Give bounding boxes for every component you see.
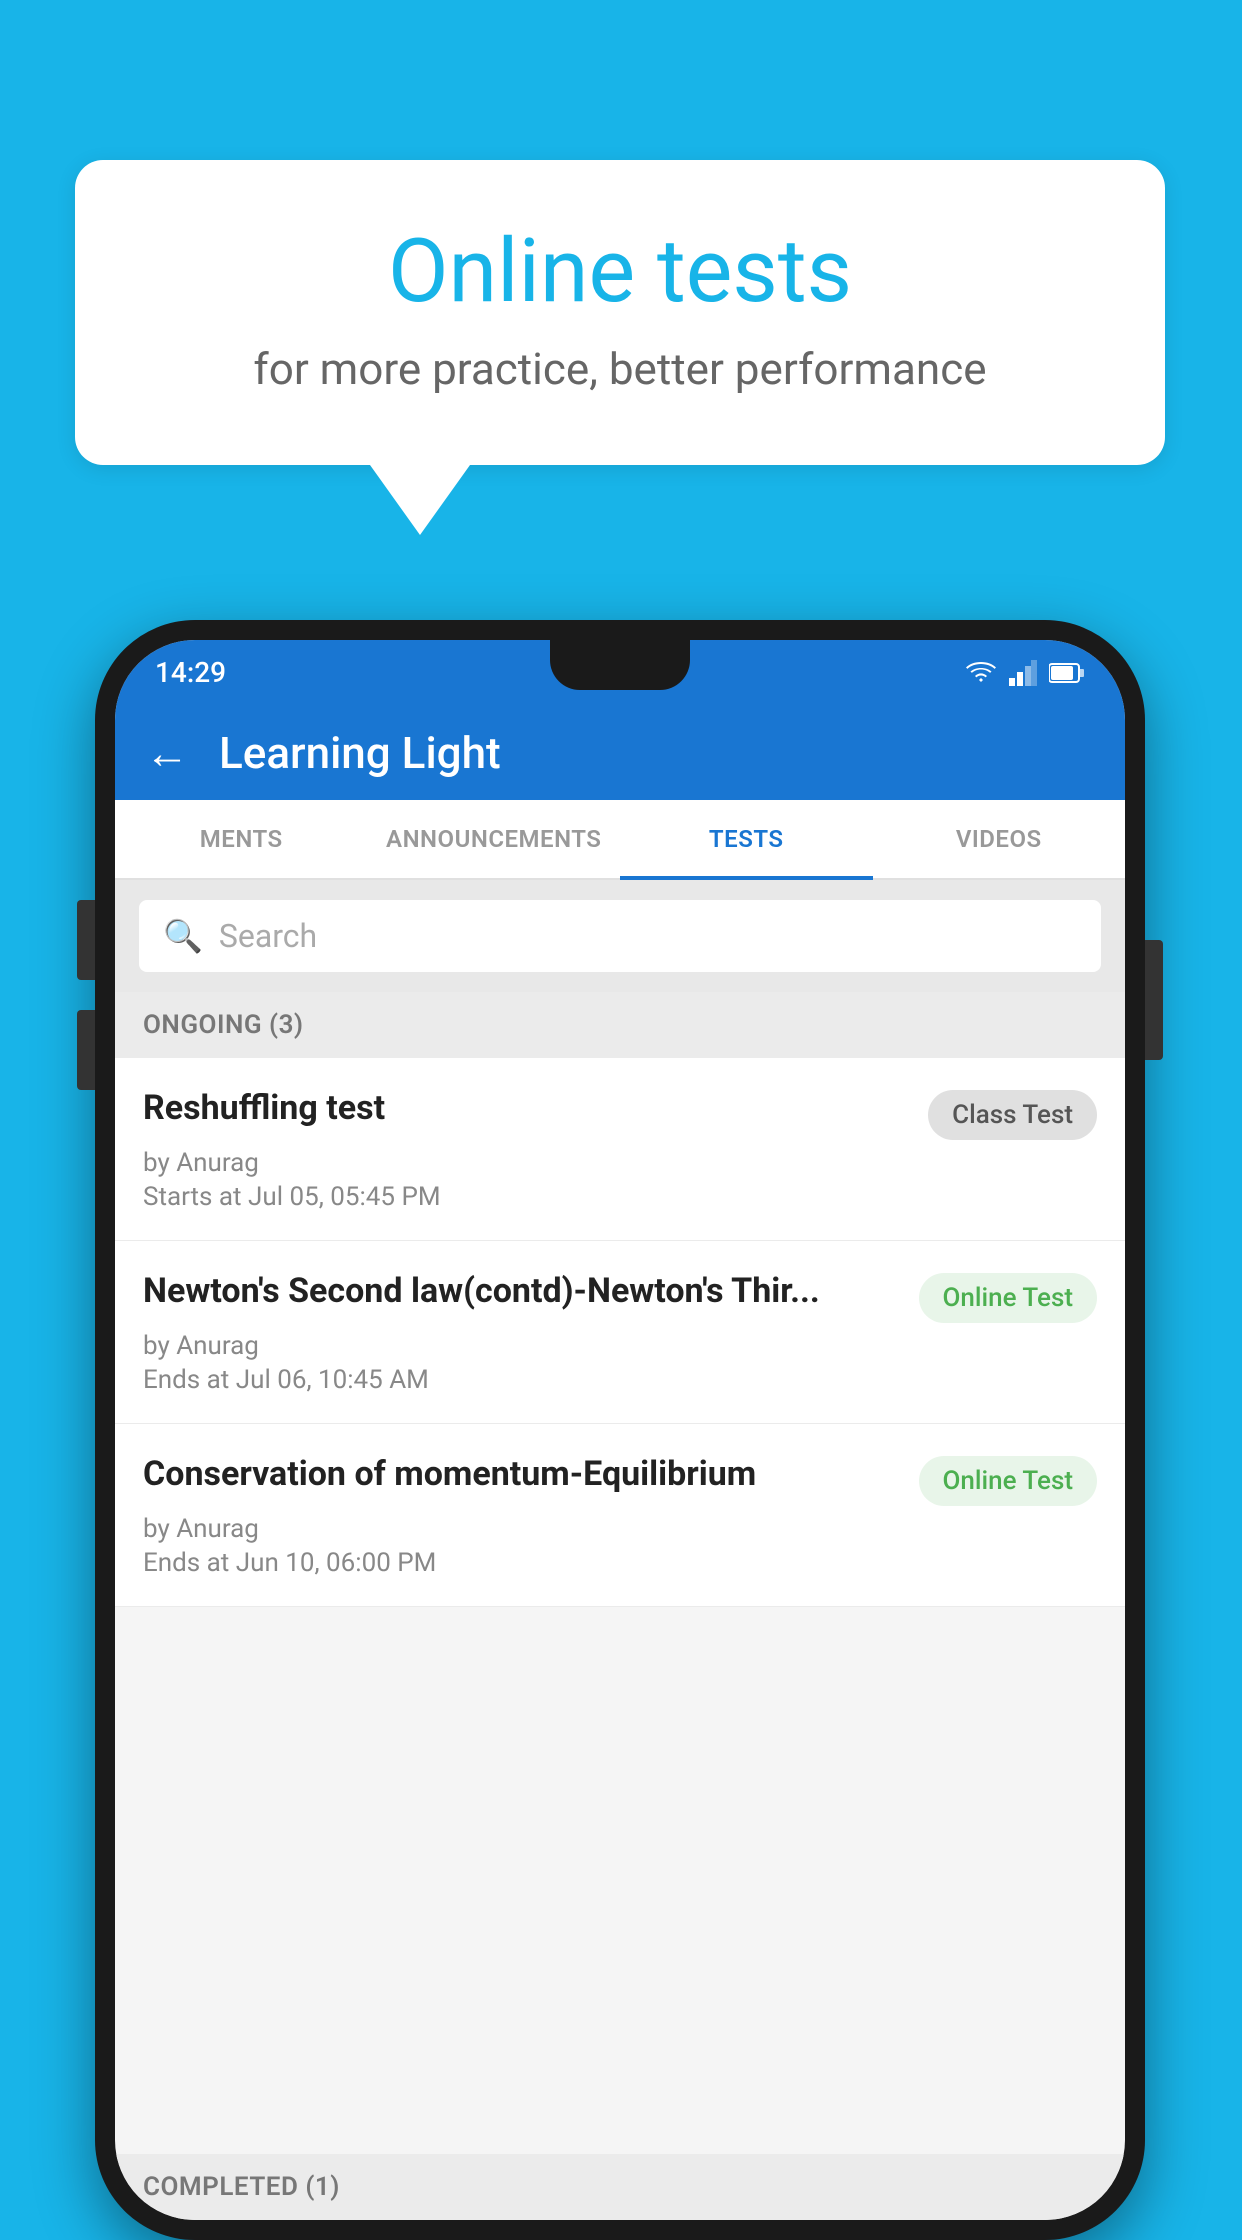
- ongoing-label: ONGOING (3): [143, 1010, 304, 1040]
- speech-bubble: Online tests for more practice, better p…: [75, 160, 1165, 465]
- ongoing-section-header: ONGOING (3): [115, 992, 1125, 1058]
- phone-outer: 14:29: [95, 620, 1145, 2240]
- search-icon: 🔍: [163, 917, 203, 955]
- test-item-header: Reshuffling test Class Test: [143, 1086, 1097, 1140]
- test-item-header-conservation: Conservation of momentum-Equilibrium Onl…: [143, 1452, 1097, 1506]
- tab-announcements[interactable]: ANNOUNCEMENTS: [368, 800, 621, 878]
- test-meta-conservation-author: by Anurag: [143, 1514, 1097, 1544]
- tab-bar: MENTS ANNOUNCEMENTS TESTS VIDEOS: [115, 800, 1125, 880]
- test-item-newton[interactable]: Newton's Second law(contd)-Newton's Thir…: [115, 1241, 1125, 1424]
- search-container: 🔍 Search: [115, 880, 1125, 992]
- completed-label: COMPLETED (1): [143, 2172, 340, 2202]
- test-badge-class: Class Test: [928, 1090, 1097, 1140]
- test-title-newton: Newton's Second law(contd)-Newton's Thir…: [143, 1269, 919, 1313]
- phone-screen: 14:29: [115, 640, 1125, 2220]
- app-bar: ← Learning Light: [115, 705, 1125, 800]
- test-item-conservation[interactable]: Conservation of momentum-Equilibrium Onl…: [115, 1424, 1125, 1607]
- status-time: 14:29: [155, 656, 226, 689]
- test-title-conservation: Conservation of momentum-Equilibrium: [143, 1452, 919, 1496]
- phone-device: 14:29: [95, 620, 1145, 2240]
- speech-bubble-arrow: [370, 465, 470, 535]
- test-item-reshuffling[interactable]: Reshuffling test Class Test by Anurag St…: [115, 1058, 1125, 1241]
- battery-icon: [1049, 662, 1085, 684]
- status-bar: 14:29: [115, 640, 1125, 705]
- status-icons: [965, 660, 1085, 686]
- completed-section-header: COMPLETED (1): [115, 2154, 1125, 2220]
- tab-ments[interactable]: MENTS: [115, 800, 368, 878]
- test-meta-newton-date: Ends at Jul 06, 10:45 AM: [143, 1365, 1097, 1395]
- back-button[interactable]: ←: [145, 727, 189, 779]
- test-title-reshuffling: Reshuffling test: [143, 1086, 928, 1130]
- search-input[interactable]: Search: [219, 917, 317, 955]
- test-meta-conservation-date: Ends at Jun 10, 06:00 PM: [143, 1548, 1097, 1578]
- test-meta-reshuffling-date: Starts at Jul 05, 05:45 PM: [143, 1182, 1097, 1212]
- speech-bubble-container: Online tests for more practice, better p…: [75, 160, 1165, 535]
- test-badge-online-newton: Online Test: [919, 1273, 1098, 1323]
- signal-icon: [1009, 660, 1037, 686]
- phone-notch: [550, 640, 690, 690]
- test-badge-online-conservation: Online Test: [919, 1456, 1098, 1506]
- test-item-header-newton: Newton's Second law(contd)-Newton's Thir…: [143, 1269, 1097, 1323]
- test-meta-reshuffling-author: by Anurag: [143, 1148, 1097, 1178]
- wifi-icon: [965, 660, 997, 686]
- tab-videos[interactable]: VIDEOS: [873, 800, 1126, 878]
- speech-bubble-title: Online tests: [155, 220, 1085, 323]
- speech-bubble-subtitle: for more practice, better performance: [155, 343, 1085, 395]
- app-bar-title: Learning Light: [219, 727, 501, 779]
- search-bar[interactable]: 🔍 Search: [139, 900, 1101, 972]
- tab-tests[interactable]: TESTS: [620, 800, 873, 878]
- test-meta-newton-author: by Anurag: [143, 1331, 1097, 1361]
